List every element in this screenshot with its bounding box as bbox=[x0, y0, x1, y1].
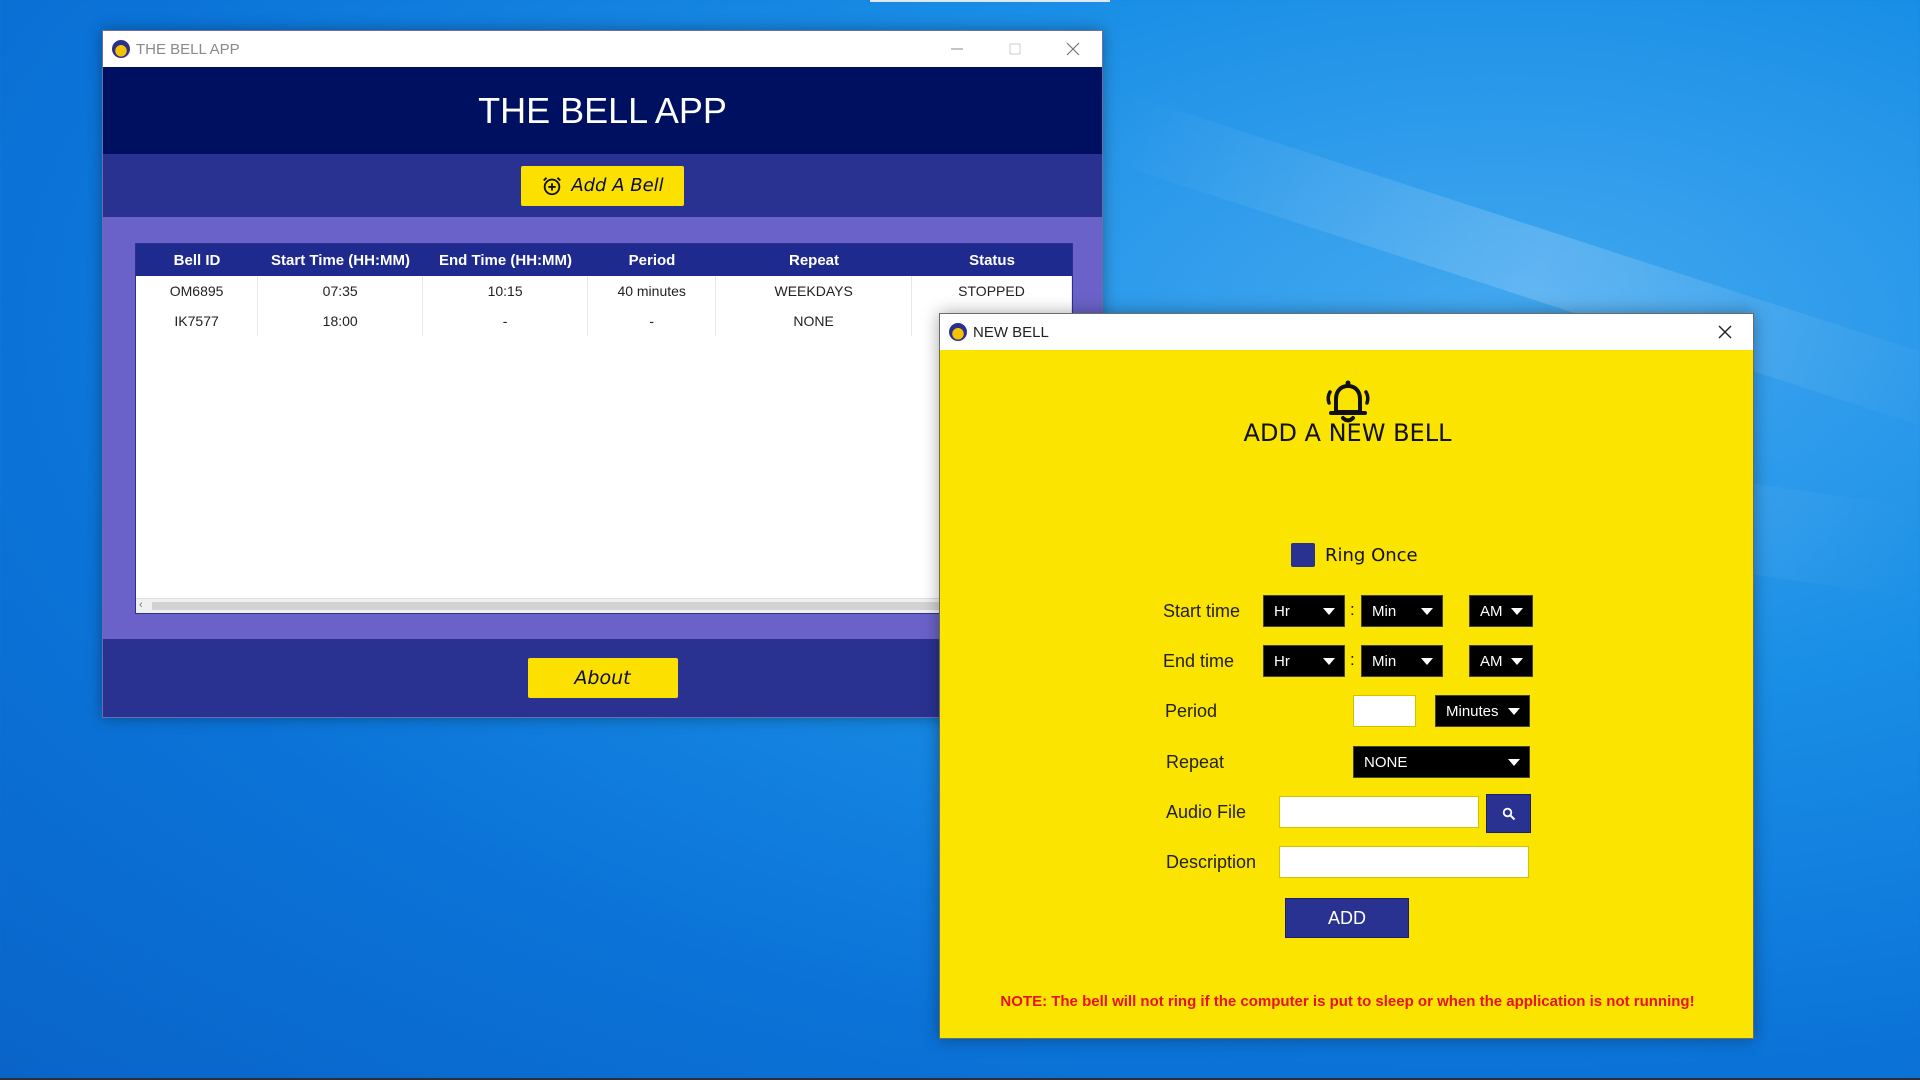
alarm-clock-add-icon bbox=[543, 176, 562, 195]
dialog-titlebar[interactable]: NEW BELL bbox=[940, 314, 1753, 350]
close-icon bbox=[1066, 42, 1080, 56]
toolbar: Add A Bell bbox=[103, 154, 1102, 217]
chevron-down-icon bbox=[1511, 658, 1523, 665]
cell-bell-id: OM6895 bbox=[136, 276, 259, 306]
ring-once-checkbox[interactable]: Ring Once bbox=[1291, 543, 1418, 567]
ring-once-label: Ring Once bbox=[1325, 544, 1418, 566]
close-button[interactable] bbox=[1044, 31, 1102, 67]
chevron-down-icon bbox=[1421, 608, 1433, 615]
checkbox-box[interactable] bbox=[1291, 543, 1315, 567]
start-ampm-value: AM bbox=[1480, 602, 1503, 620]
main-window-title: THE BELL APP bbox=[136, 40, 240, 58]
maximize-button[interactable] bbox=[986, 31, 1044, 67]
description-label: Description bbox=[1166, 852, 1257, 872]
scrollbar-thumb[interactable] bbox=[152, 602, 1042, 610]
table-row[interactable]: OM6895 07:35 10:15 40 minutes WEEKDAYS S… bbox=[136, 276, 1072, 306]
window-controls bbox=[928, 31, 1102, 67]
app-bell-icon bbox=[949, 323, 967, 341]
chevron-down-icon bbox=[1323, 608, 1335, 615]
period-unit-value: Minutes bbox=[1446, 702, 1499, 720]
warning-note: NOTE: The bell will not ring if the comp… bbox=[1000, 993, 1695, 1010]
repeat-value: NONE bbox=[1364, 753, 1408, 771]
cell-status: STOPPED bbox=[912, 276, 1072, 306]
column-header-period[interactable]: Period bbox=[588, 244, 716, 276]
cell-period: - bbox=[588, 306, 717, 336]
table-row[interactable]: IK7577 18:00 - - NONE bbox=[136, 306, 1072, 336]
maximize-icon bbox=[1009, 43, 1021, 55]
horizontal-scrollbar[interactable]: ‹ bbox=[136, 598, 1072, 613]
cell-end-time: 10:15 bbox=[423, 276, 589, 306]
table-header: Bell ID Start Time (HH:MM) End Time (HH:… bbox=[136, 244, 1072, 276]
main-titlebar[interactable]: THE BELL APP bbox=[103, 31, 1102, 67]
bell-table[interactable]: Bell ID Start Time (HH:MM) End Time (HH:… bbox=[135, 243, 1073, 614]
end-ampm-dropdown[interactable]: AM bbox=[1469, 645, 1533, 677]
end-ampm-value: AM bbox=[1480, 652, 1503, 670]
chevron-down-icon bbox=[1508, 708, 1520, 715]
period-input[interactable] bbox=[1353, 695, 1416, 727]
app-header: THE BELL APP bbox=[103, 67, 1102, 154]
search-icon bbox=[1502, 807, 1515, 820]
end-time-label: End time bbox=[1163, 651, 1235, 671]
desktop-highlight bbox=[870, 0, 1110, 2]
repeat-dropdown[interactable]: NONE bbox=[1353, 746, 1530, 778]
scroll-left-icon[interactable]: ‹ bbox=[139, 599, 143, 611]
add-a-bell-label: Add A Bell bbox=[571, 175, 664, 196]
add-button[interactable]: ADD bbox=[1285, 898, 1409, 938]
start-hour-dropdown[interactable]: Hr bbox=[1263, 595, 1345, 627]
description-input[interactable] bbox=[1279, 846, 1529, 878]
new-bell-dialog: NEW BELL ADD A NEW BELL Ring Once Start … bbox=[939, 313, 1754, 1039]
chevron-down-icon bbox=[1421, 658, 1433, 665]
minimize-icon bbox=[951, 48, 963, 50]
start-minute-dropdown[interactable]: Min bbox=[1361, 595, 1443, 627]
column-header-bell-id[interactable]: Bell ID bbox=[136, 244, 258, 276]
start-time-label: Start time bbox=[1163, 601, 1241, 621]
end-hour-value: Hr bbox=[1274, 652, 1290, 670]
dialog-title: NEW BELL bbox=[973, 323, 1049, 341]
start-hour-value: Hr bbox=[1274, 602, 1290, 620]
period-unit-dropdown[interactable]: Minutes bbox=[1435, 695, 1530, 727]
column-header-end-time[interactable]: End Time (HH:MM) bbox=[423, 244, 588, 276]
end-hour-dropdown[interactable]: Hr bbox=[1263, 645, 1345, 677]
audio-file-input[interactable] bbox=[1279, 796, 1479, 828]
cell-end-time: - bbox=[423, 306, 589, 336]
cell-start-time: 07:35 bbox=[258, 276, 424, 306]
close-icon bbox=[1718, 325, 1732, 339]
column-header-repeat[interactable]: Repeat bbox=[716, 244, 912, 276]
chevron-down-icon bbox=[1323, 658, 1335, 665]
cell-period: 40 minutes bbox=[588, 276, 717, 306]
browse-audio-button[interactable] bbox=[1486, 794, 1531, 833]
cell-bell-id: IK7577 bbox=[136, 306, 259, 336]
chevron-down-icon bbox=[1508, 759, 1520, 766]
app-bell-icon bbox=[112, 40, 130, 58]
time-separator: : bbox=[1350, 600, 1355, 619]
time-separator: : bbox=[1350, 650, 1355, 669]
about-button[interactable]: About bbox=[527, 658, 678, 698]
minimize-button[interactable] bbox=[928, 31, 986, 67]
period-label: Period bbox=[1165, 701, 1218, 721]
add-a-bell-button[interactable]: Add A Bell bbox=[521, 165, 684, 206]
end-minute-dropdown[interactable]: Min bbox=[1361, 645, 1443, 677]
end-minute-value: Min bbox=[1372, 652, 1397, 670]
audio-file-label: Audio File bbox=[1166, 802, 1247, 822]
cell-repeat: WEEKDAYS bbox=[716, 276, 913, 306]
start-ampm-dropdown[interactable]: AM bbox=[1469, 595, 1533, 627]
dialog-close-button[interactable] bbox=[1707, 314, 1743, 350]
dialog-heading: ADD A NEW BELL bbox=[1243, 419, 1452, 447]
column-header-start-time[interactable]: Start Time (HH:MM) bbox=[258, 244, 423, 276]
chevron-down-icon bbox=[1511, 608, 1523, 615]
start-minute-value: Min bbox=[1372, 602, 1397, 620]
cell-start-time: 18:00 bbox=[258, 306, 424, 336]
column-header-status[interactable]: Status bbox=[912, 244, 1072, 276]
repeat-label: Repeat bbox=[1166, 752, 1225, 772]
cell-repeat: NONE bbox=[716, 306, 913, 336]
